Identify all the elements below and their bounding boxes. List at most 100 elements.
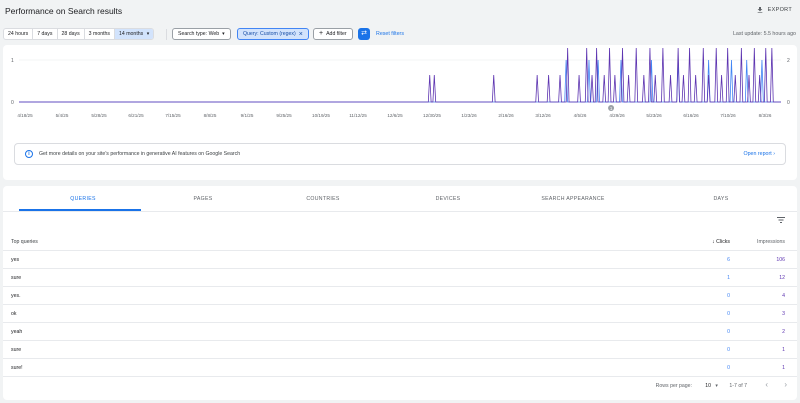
impressions-cell: 1	[782, 347, 785, 353]
query-cell: yeah	[11, 329, 23, 335]
table-header: Top queries ↓ Clicks Impressions	[3, 233, 797, 251]
y-left-tick-label: 1	[11, 58, 14, 64]
x-tick-label: 10/19/25	[312, 113, 330, 118]
range-24-hours[interactable]: 24 hours	[4, 29, 34, 39]
filter-bar: 24 hours 7 days 28 days 3 months 14 mont…	[0, 26, 800, 44]
export-button[interactable]: EXPORT	[756, 6, 792, 14]
table-card: QUERIES PAGES COUNTRIES DEVICES SEARCH A…	[3, 186, 797, 400]
page-title: Performance on Search results	[5, 6, 123, 16]
x-tick-label: 3/12/26	[535, 113, 551, 118]
x-tick-label: 4/29/26	[609, 113, 625, 118]
x-tick-label: 12/30/25	[423, 113, 441, 118]
performance-chart: 1 0 2 0 4/18/25 5/4/25 5/28/25 6/21/25 7/15/25 8/…	[11, 47, 790, 118]
table-row[interactable]: ok 0 3	[3, 305, 797, 323]
x-tick-label: 9/1/25	[241, 113, 254, 118]
x-tick-label: 4/18/25	[17, 113, 33, 118]
tab-queries[interactable]: QUERIES	[23, 196, 143, 202]
plus-icon: +	[319, 30, 324, 37]
next-page-icon[interactable]: ›	[784, 380, 787, 389]
table-row[interactable]: sure 1 12	[3, 269, 797, 287]
clicks-cell: 6	[727, 257, 730, 263]
x-tick-label: 12/6/25	[387, 113, 403, 118]
range-14-months-label: 14 months	[119, 31, 144, 37]
reset-filters-link[interactable]: Reset filters	[376, 31, 404, 37]
x-tick-label: 11/12/25	[349, 113, 367, 118]
search-type-label: Search type: Web	[178, 31, 220, 37]
query-cell: ok	[11, 311, 17, 317]
range-28-days[interactable]: 28 days	[58, 29, 85, 39]
tab-countries[interactable]: COUNTRIES	[263, 196, 383, 202]
arrow-down-icon: ↓	[712, 239, 715, 245]
add-filter-button[interactable]: + Add filter	[313, 28, 353, 40]
tab-pages[interactable]: PAGES	[143, 196, 263, 202]
impressions-cell: 3	[782, 311, 785, 317]
previous-page-icon[interactable]: ‹	[765, 380, 768, 389]
clicks-cell: 0	[727, 293, 730, 299]
clicks-cell: 1	[727, 275, 730, 281]
table-row[interactable]: yes. 0 4	[3, 287, 797, 305]
divider	[166, 29, 167, 40]
clicks-cell: 0	[727, 365, 730, 371]
query-filter-chip[interactable]: Query: Custom (regex) ×	[237, 28, 309, 40]
x-tick-label: 4/5/26	[574, 113, 587, 118]
table-row[interactable]: yeah 0 2	[3, 323, 797, 341]
page-range: 1-7 of 7	[729, 383, 747, 389]
dimension-tabs: QUERIES PAGES COUNTRIES DEVICES SEARCH A…	[3, 186, 797, 212]
query-cell: yes.	[11, 293, 21, 299]
x-tick-label: 8/3/26	[759, 113, 772, 118]
rows-per-page-select[interactable]: 10	[705, 383, 711, 389]
column-header-clicks[interactable]: ↓ Clicks	[712, 239, 730, 245]
x-tick-label: 5/23/26	[646, 113, 662, 118]
search-type-filter[interactable]: Search type: Web ▾	[172, 28, 231, 40]
filter-icon[interactable]	[777, 217, 785, 223]
tab-devices[interactable]: DEVICES	[388, 196, 508, 202]
impressions-cell: 12	[779, 275, 785, 281]
y-right-tick-label: 2	[787, 58, 790, 64]
chart-axis-labels: 1 0 2 0 4/18/25 5/4/25 5/28/25 6/21/25 7/15/25 8/…	[11, 58, 790, 118]
tab-search-appearance[interactable]: SEARCH APPEARANCE	[513, 196, 633, 202]
table-row[interactable]: yes 6 106	[3, 251, 797, 269]
x-tick-label: 5/4/25	[56, 113, 69, 118]
table-row[interactable]: sure 0 1	[3, 341, 797, 359]
info-icon: i	[25, 150, 33, 158]
x-tick-label: 6/21/25	[128, 113, 144, 118]
active-tab-indicator	[19, 209, 141, 211]
open-report-label: Open report	[743, 151, 772, 157]
impressions-cell: 106	[776, 257, 785, 263]
table-row[interactable]: sure! 0 1	[3, 359, 797, 377]
column-header-impressions[interactable]: Impressions	[757, 239, 785, 245]
export-label: EXPORT	[767, 7, 792, 13]
swap-icon[interactable]: ⇄	[358, 28, 370, 40]
column-header-queries: Top queries	[11, 239, 38, 245]
download-icon	[757, 7, 763, 13]
x-tick-label: 5/28/25	[91, 113, 107, 118]
ai-info-banner: i Get more details on your site's perfor…	[14, 143, 786, 165]
x-tick-label: 9/25/25	[276, 113, 292, 118]
chevron-down-icon[interactable]: ▾	[715, 383, 718, 389]
pagination: Rows per page: 10 ▾ 1-7 of 7 ‹ ›	[3, 380, 797, 394]
range-3-months[interactable]: 3 months	[85, 29, 116, 39]
query-filter-label: Query: Custom (regex)	[243, 31, 296, 37]
impressions-series-line	[19, 47, 781, 103]
impressions-cell: 1	[782, 365, 785, 371]
range-14-months[interactable]: 14 months ▾	[115, 29, 154, 39]
close-icon[interactable]: ×	[299, 31, 303, 38]
chevron-down-icon: ▾	[222, 31, 225, 37]
tab-days[interactable]: DAYS	[661, 196, 781, 202]
x-tick-label: 7/10/26	[720, 113, 736, 118]
open-report-link[interactable]: Open report ›	[743, 151, 775, 157]
table-body: yes 6 106 sure 1 12 yes. 0 4 ok 0 3 yeah 0 2 sure 0 1 sure…	[3, 251, 797, 377]
chart-card: 1 0 2 0 4/18/25 5/4/25 5/28/25 6/21/25 7/15/25 8/…	[3, 45, 797, 180]
range-7-days[interactable]: 7 days	[33, 29, 58, 39]
impressions-cell: 2	[782, 329, 785, 335]
x-tick-label: 7/15/25	[165, 113, 181, 118]
clicks-label: Clicks	[716, 239, 730, 245]
query-cell: yes	[11, 257, 20, 263]
chart-grid	[19, 59, 781, 103]
chart-lines	[19, 47, 781, 103]
x-tick-label: 8/8/25	[204, 113, 217, 118]
clicks-series-line	[19, 59, 781, 103]
x-tick-label: 1/23/26	[461, 113, 477, 118]
query-cell: sure!	[11, 365, 23, 371]
clicks-cell: 0	[727, 347, 730, 353]
